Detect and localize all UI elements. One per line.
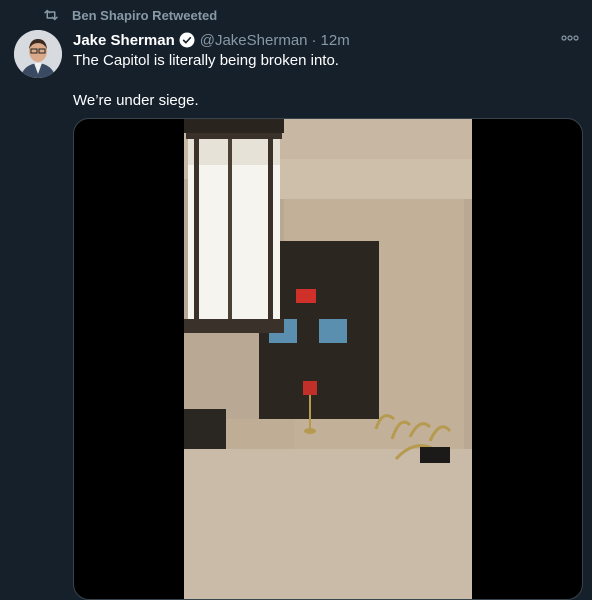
tweet-text-line: The Capitol is literally being broken in… xyxy=(73,52,339,69)
retweet-indicator: Ben Shapiro Retweeted xyxy=(42,6,217,24)
retweeted-by-label[interactable]: Ben Shapiro Retweeted xyxy=(72,8,217,23)
retweet-icon xyxy=(44,9,58,21)
tweet-text-line: We’re under siege. xyxy=(73,92,199,109)
display-name[interactable]: Jake Sherman xyxy=(73,32,175,49)
tweet-header: Jake Sherman @JakeSherman · 12m xyxy=(73,30,576,50)
avatar[interactable] xyxy=(14,30,62,78)
verified-badge-icon xyxy=(179,32,195,48)
timestamp[interactable]: 12m xyxy=(321,32,350,49)
more-options-button[interactable] xyxy=(560,30,580,46)
separator: · xyxy=(311,31,317,49)
video-player[interactable] xyxy=(73,118,583,600)
video-frame xyxy=(184,119,472,599)
more-icon xyxy=(561,35,579,41)
handle[interactable]: @JakeSherman xyxy=(200,32,308,49)
tweet-text: The Capitol is literally being broken in… xyxy=(73,51,573,111)
